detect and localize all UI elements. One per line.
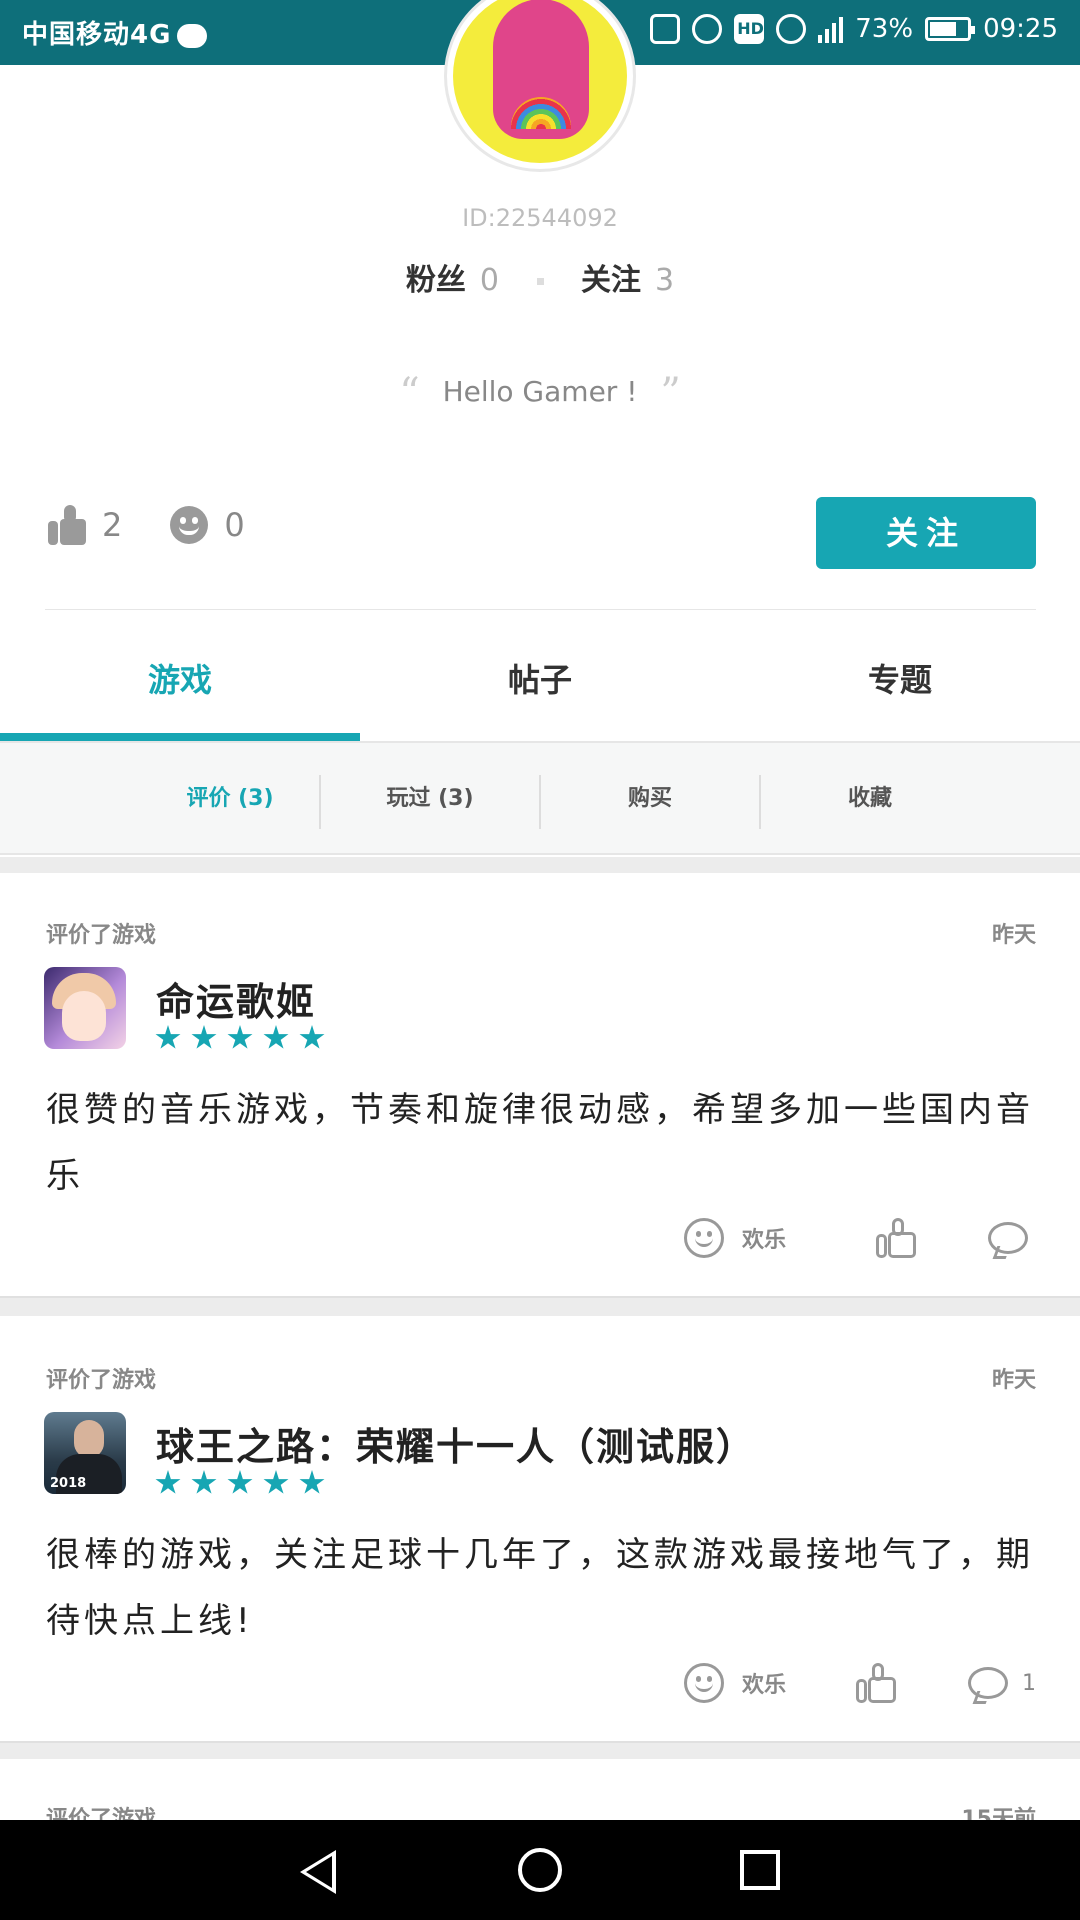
tab-indicator: [0, 733, 360, 741]
subtab-favorites[interactable]: 收藏: [780, 771, 960, 827]
star-icon: [263, 1025, 289, 1049]
star-icon: [191, 1025, 217, 1049]
subtab-separator: [319, 775, 321, 829]
game-icon[interactable]: [44, 967, 126, 1049]
bio-text: Hello Gamer !: [442, 375, 638, 408]
rating-stars: [155, 1025, 325, 1051]
tab-posts[interactable]: 帖子: [360, 630, 720, 730]
review-action: 评价了游戏: [46, 1368, 157, 1393]
comment-count: 1: [1022, 1670, 1036, 1696]
review-time: 昨天: [991, 1368, 1036, 1393]
profile-reactions: 2 0: [48, 505, 245, 545]
back-icon[interactable]: [300, 1850, 336, 1894]
avatar[interactable]: [444, 0, 636, 172]
section-gap: [0, 1741, 1080, 1759]
stats-separator: [536, 278, 544, 285]
message-icon: [177, 23, 208, 48]
divider: [45, 609, 1036, 610]
star-icon: [155, 1470, 181, 1494]
fans-label: 粉丝: [405, 263, 466, 298]
navigation-bar: [0, 1820, 1080, 1920]
review-card[interactable]: 评价了游戏 15天前: [0, 1759, 1080, 1820]
comment-icon[interactable]: [968, 1667, 1008, 1699]
section-gap: [0, 1296, 1080, 1316]
review-action: 评价了游戏: [46, 1807, 157, 1820]
star-icon: [227, 1025, 253, 1049]
close-quote-icon: ”: [660, 370, 681, 416]
carrier-text: 中国移动4G: [22, 20, 172, 50]
star-icon: [155, 1025, 181, 1049]
eye-icon: [776, 14, 807, 44]
battery-percent: 73%: [855, 14, 914, 44]
review-time: 15天前: [961, 1807, 1036, 1820]
tab-games[interactable]: 游戏: [0, 630, 360, 730]
star-icon: [191, 1470, 217, 1494]
review-actions: 欢乐: [683, 1218, 1036, 1258]
subtab-reviews[interactable]: 评价 (3): [140, 771, 320, 827]
carrier-label: 中国移动4G: [22, 14, 208, 51]
star-icon: [299, 1025, 325, 1049]
home-icon[interactable]: [518, 1848, 562, 1892]
follow-stats: 粉丝 0 关注 3: [0, 255, 1080, 299]
star-icon: [299, 1470, 325, 1494]
review-card[interactable]: 评价了游戏 昨天 命运歌姬 很赞的音乐游戏，节奏和旋律很动感，希望多加一些国内音…: [0, 873, 1080, 1293]
game-title[interactable]: 球王之路：荣耀十一人（测试服）: [156, 1416, 756, 1471]
review-card[interactable]: 评价了游戏 昨天 2018 球王之路：荣耀十一人（测试服） 很棒的游戏，关注足球…: [0, 1318, 1080, 1738]
hd-icon: HD: [734, 14, 765, 44]
review-text: 很棒的游戏，关注足球十几年了，这款游戏最接地气了，期待快点上线!: [46, 1535, 1034, 1641]
clock: 09:25: [983, 14, 1058, 44]
subtab-played[interactable]: 玩过 (3): [340, 771, 520, 827]
game-icon[interactable]: 2018: [44, 1412, 126, 1494]
subtab-purchased[interactable]: 购买: [560, 771, 740, 827]
fans-stat[interactable]: 粉丝 0: [406, 263, 499, 298]
reaction-label[interactable]: 欢乐: [742, 1667, 786, 1699]
review-time: 昨天: [991, 923, 1036, 948]
recents-icon[interactable]: [740, 1850, 780, 1890]
subtab-separator: [759, 775, 761, 829]
thumb-up-icon[interactable]: [876, 1218, 916, 1258]
tab-topics[interactable]: 专题: [720, 630, 1080, 730]
following-count: 3: [655, 263, 675, 298]
likes-count: 2: [102, 506, 123, 544]
vibrate-icon: [650, 14, 681, 44]
review-action: 评价了游戏: [46, 923, 157, 948]
subtab-separator: [539, 775, 541, 829]
following-label: 关注: [581, 263, 642, 298]
follow-button[interactable]: 关注: [816, 497, 1036, 569]
star-icon: [227, 1470, 253, 1494]
thumb-up-icon[interactable]: [48, 505, 86, 545]
smile-icon[interactable]: [683, 1663, 724, 1703]
star-icon: [263, 1470, 289, 1494]
reaction-label[interactable]: 欢乐: [742, 1222, 786, 1254]
smile-icon[interactable]: [170, 506, 209, 544]
following-stat[interactable]: 关注 3: [581, 263, 674, 298]
section-gap: [0, 857, 1080, 873]
review-actions: 欢乐 1: [683, 1663, 1036, 1703]
thumb-up-icon[interactable]: [856, 1663, 896, 1703]
signal-icon: [818, 15, 844, 43]
game-title[interactable]: 命运歌姬: [156, 971, 316, 1026]
user-id: ID:22544092: [462, 204, 618, 232]
avatar-image: [453, 0, 627, 163]
sub-tabs: 评价 (3) 玩过 (3) 购买 收藏: [0, 743, 1080, 855]
bio: “ Hello Gamer ! ”: [0, 370, 1080, 416]
status-icons: HD 73% 09:25: [650, 14, 1058, 44]
rating-stars: [155, 1470, 325, 1496]
review-text: 很赞的音乐游戏，节奏和旋律很动感，希望多加一些国内音乐: [46, 1090, 1034, 1196]
comment-icon[interactable]: [988, 1222, 1028, 1254]
fans-count: 0: [479, 263, 499, 298]
battery-fill: [930, 22, 957, 36]
game-icon-badge: 2018: [50, 1476, 87, 1491]
battery-icon: [925, 17, 976, 41]
fun-count: 0: [224, 506, 245, 544]
open-quote-icon: “: [399, 370, 420, 416]
smile-icon[interactable]: [683, 1218, 724, 1258]
alarm-icon: [692, 14, 723, 44]
